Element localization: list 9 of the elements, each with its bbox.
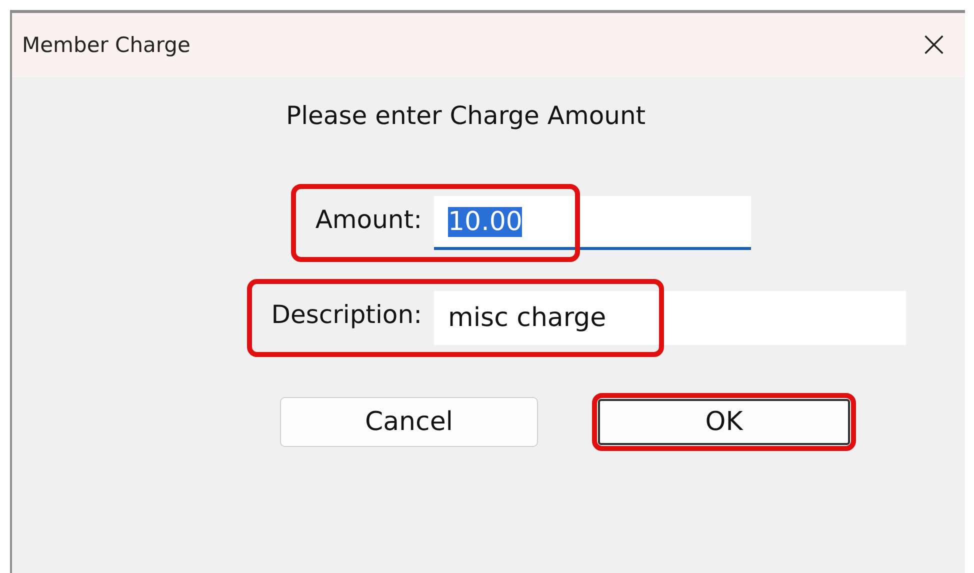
close-button[interactable]: × bbox=[906, 27, 961, 63]
window-title: Member Charge bbox=[22, 33, 190, 57]
field-label: Amount: bbox=[315, 204, 422, 236]
input-field[interactable]: misc charge bbox=[434, 291, 906, 345]
input-field[interactable]: 10.00 bbox=[434, 196, 751, 250]
field-label: Description: bbox=[271, 300, 422, 330]
prompt-text: Please enter Charge Amount bbox=[286, 101, 647, 130]
dialog-button[interactable]: OK bbox=[598, 399, 850, 445]
dialog-button[interactable]: Cancel bbox=[280, 397, 538, 447]
